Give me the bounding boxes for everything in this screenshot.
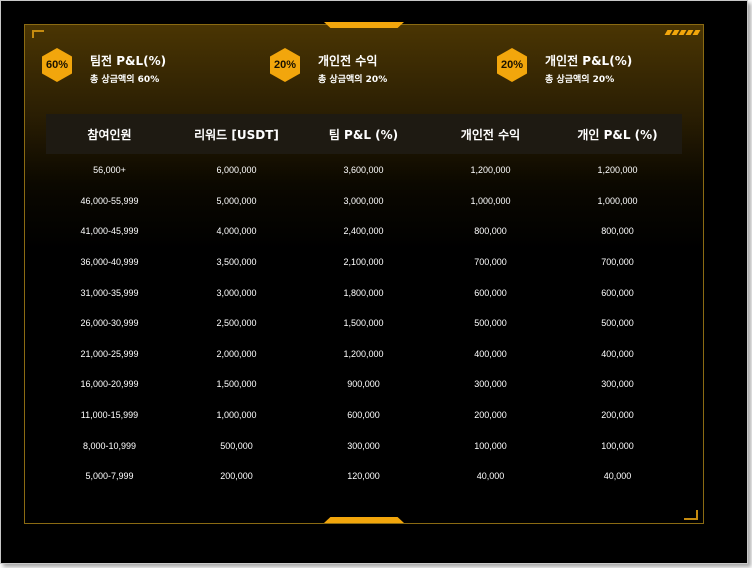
cell-team-pnl: 2,400,000	[343, 226, 384, 237]
cell-participants: 5,000-7,999	[85, 471, 134, 482]
cell-individual-pnl: 400,000	[601, 348, 634, 359]
cell-team-pnl: 600,000	[347, 410, 380, 421]
cell-team-pnl: 1,200,000	[343, 348, 384, 359]
table-row: 56,000+ 6,000,000 3,600,000 1,200,000 1,200,…	[46, 155, 682, 186]
cell-individual-pnl: 100,000	[601, 440, 634, 451]
cell-individual-profit: 400,000	[474, 348, 507, 359]
table-row: 8,000-10,999 500,000 300,000 100,000 100,000	[46, 430, 682, 461]
header-reward: 리워드 [USDT]	[194, 127, 279, 142]
panel-top-notch	[324, 22, 404, 28]
cell-individual-profit: 100,000	[474, 440, 507, 451]
cell-reward: 1,500,000	[216, 379, 257, 390]
cell-individual-profit: 300,000	[474, 379, 507, 390]
table-row: 41,000-45,999 4,000,000 2,400,000 800,000 80…	[46, 216, 682, 247]
cell-reward: 3,000,000	[216, 287, 257, 298]
cell-reward: 2,500,000	[216, 318, 257, 329]
stat-subtitle: 총 상금액의 20%	[545, 75, 615, 85]
cell-participants: 36,000-40,999	[80, 257, 139, 268]
reward-stage: 60% 팀전 P&L(%) 총 상금액의 60% 20% 개인전 수익 총 상금…	[2, 2, 744, 560]
cell-team-pnl: 900,000	[347, 379, 380, 390]
cell-individual-pnl: 800,000	[601, 226, 634, 237]
cell-participants: 16,000-20,999	[80, 379, 139, 390]
table-body: 56,000+ 6,000,000 3,600,000 1,200,000 1,200,…	[46, 155, 682, 492]
stat-title: 팀전 P&L(%)	[90, 54, 167, 68]
cell-team-pnl: 3,600,000	[343, 165, 384, 176]
cell-individual-profit: 700,000	[474, 257, 507, 268]
table-row: 11,000-15,999 1,000,000 600,000 200,000 200,…	[46, 400, 682, 431]
table-row: 21,000-25,999 2,000,000 1,200,000 400,000 40…	[46, 339, 682, 370]
cell-participants: 56,000+	[93, 165, 126, 176]
stat-badge-label: 20%	[273, 59, 297, 71]
cell-reward: 500,000	[220, 440, 253, 451]
corner-bracket-top-left	[32, 30, 44, 38]
cell-individual-profit: 600,000	[474, 287, 507, 298]
cell-team-pnl: 300,000	[347, 440, 380, 451]
header-team-pnl: 팀 P&L (%)	[328, 127, 399, 142]
cell-individual-profit: 500,000	[474, 318, 507, 329]
cell-participants: 8,000-10,999	[82, 440, 137, 451]
cell-individual-pnl: 40,000	[603, 471, 632, 482]
cell-reward: 5,000,000	[216, 195, 257, 206]
stat-subtitle: 총 상금액의 20%	[318, 75, 388, 85]
stat-badge-label: 60%	[45, 59, 69, 71]
cell-individual-pnl: 1,200,000	[597, 165, 638, 176]
cell-individual-pnl: 700,000	[601, 257, 634, 268]
cell-individual-profit: 1,200,000	[470, 165, 511, 176]
cell-participants: 26,000-30,999	[80, 318, 139, 329]
cell-team-pnl: 2,100,000	[343, 257, 384, 268]
stat-title: 개인전 P&L(%)	[545, 54, 633, 68]
cell-participants: 11,000-15,999	[80, 410, 139, 421]
header-participants: 참여인원	[87, 127, 132, 142]
header-individual-pnl: 개인 P&L (%)	[577, 127, 658, 142]
stat-subtitle: 총 상금액의 60%	[90, 75, 160, 85]
cell-team-pnl: 3,000,000	[343, 195, 384, 206]
cell-participants: 31,000-35,999	[80, 287, 139, 298]
cell-individual-profit: 1,000,000	[470, 195, 511, 206]
cell-individual-pnl: 200,000	[601, 410, 634, 421]
cell-participants: 46,000-55,999	[80, 195, 139, 206]
table-header: 참여인원 리워드 [USDT] 팀 P&L (%) 개인전 수익 개인 P&L …	[46, 114, 682, 154]
table-row: 46,000-55,999 5,000,000 3,000,000 1,000,000…	[46, 186, 682, 217]
cell-reward: 4,000,000	[216, 226, 257, 237]
cell-team-pnl: 1,500,000	[343, 318, 384, 329]
table-row: 31,000-35,999 3,000,000 1,800,000 600,000 60…	[46, 277, 682, 308]
table-row: 26,000-30,999 2,500,000 1,500,000 500,000 50…	[46, 308, 682, 339]
stat-badge-label: 20%	[500, 59, 524, 71]
cell-team-pnl: 1,800,000	[343, 287, 384, 298]
cell-individual-profit: 200,000	[474, 410, 507, 421]
cell-reward: 1,000,000	[216, 410, 257, 421]
cell-team-pnl: 120,000	[347, 471, 380, 482]
cell-reward: 6,000,000	[216, 165, 257, 176]
cell-individual-pnl: 600,000	[601, 287, 634, 298]
corner-bracket-bottom-right	[684, 510, 698, 520]
table-row: 5,000-7,999 200,000 120,000 40,000 40,000	[46, 461, 682, 492]
stat-title: 개인전 수익	[318, 54, 378, 68]
cell-individual-profit: 40,000	[476, 471, 505, 482]
header-individual-profit: 개인전 수익	[460, 127, 521, 142]
table-row: 16,000-20,999 1,500,000 900,000 300,000 300,…	[46, 369, 682, 400]
stripe-decoration	[664, 30, 701, 35]
cell-participants: 21,000-25,999	[80, 348, 139, 359]
cell-individual-pnl: 500,000	[601, 318, 634, 329]
cell-reward: 2,000,000	[216, 348, 257, 359]
cell-individual-profit: 800,000	[474, 226, 507, 237]
table-row: 36,000-40,999 3,500,000 2,100,000 700,000 70…	[46, 247, 682, 278]
panel-bottom-notch	[324, 517, 404, 523]
cell-participants: 41,000-45,999	[80, 226, 139, 237]
cell-individual-pnl: 1,000,000	[597, 195, 638, 206]
cell-individual-pnl: 300,000	[601, 379, 634, 390]
cell-reward: 200,000	[220, 471, 253, 482]
cell-reward: 3,500,000	[216, 257, 257, 268]
